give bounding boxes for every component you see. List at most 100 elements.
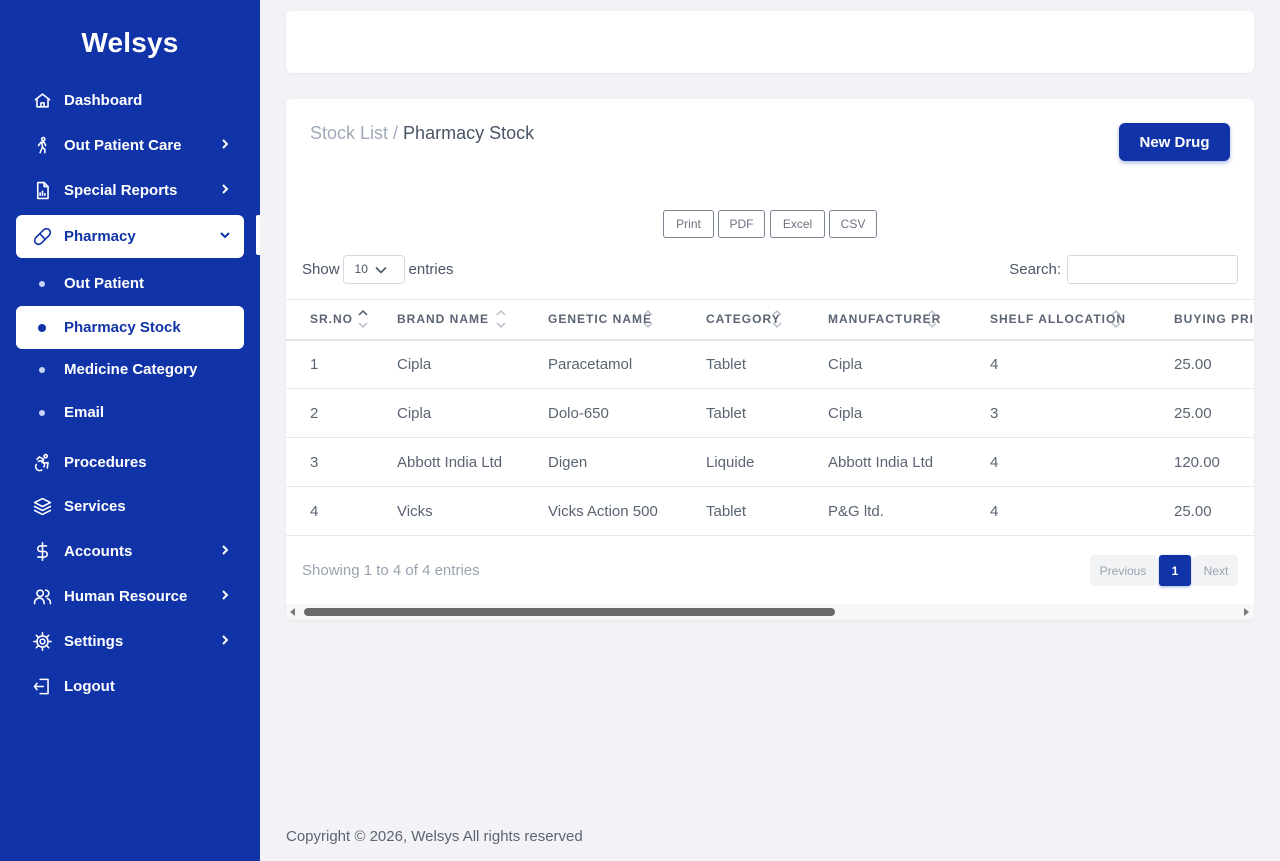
sidebar-subitem-medicine-category[interactable]: Medicine Category	[16, 348, 244, 391]
sidebar-subitem-label: Medicine Category	[64, 361, 198, 378]
sidebar-subitem-label: Out Patient	[64, 275, 145, 292]
breadcrumb: Stock List / Pharmacy Stock	[310, 123, 534, 144]
cell-buying-price: 25.00	[1150, 339, 1254, 389]
cell-sr-no: 1	[286, 339, 373, 389]
pdf-button[interactable]: PDF	[718, 210, 765, 238]
bullet-icon	[39, 409, 45, 416]
sidebar-item-special-reports[interactable]: Special Reports	[16, 169, 244, 212]
chevron-right-icon	[218, 182, 232, 196]
entries-label: entries	[408, 260, 454, 278]
cell-shelf-allocation: 4	[966, 486, 1150, 536]
cell-brand-name: Cipla	[373, 388, 524, 438]
sidebar-item-dashboard[interactable]: Dashboard	[16, 79, 244, 122]
column-header-sr-no[interactable]: SR.NO	[286, 299, 373, 341]
horizontal-scrollbar[interactable]	[286, 604, 1254, 620]
cell-category: Liquide	[682, 437, 804, 487]
sort-icon	[772, 308, 782, 330]
column-header-genetic-name[interactable]: GENETIC NAME	[524, 299, 682, 341]
chevron-right-icon	[218, 543, 232, 557]
scrollbar-thumb[interactable]	[304, 608, 835, 616]
sidebar-item-human-resource[interactable]: Human Resource	[16, 575, 244, 618]
users-icon	[32, 587, 52, 607]
cell-manufacturer: P&G ltd.	[804, 486, 966, 536]
layers-icon	[32, 497, 52, 517]
sidebar-subitem-email[interactable]: Email	[16, 391, 244, 434]
column-header-label: BRAND NAME	[397, 312, 489, 327]
column-header-label: MANUFACTURER	[828, 312, 942, 327]
cell-brand-name: Cipla	[373, 339, 524, 389]
sidebar-item-logout[interactable]: Logout	[16, 665, 244, 708]
top-header-bar	[286, 11, 1254, 73]
new-drug-button[interactable]: New Drug	[1119, 123, 1230, 161]
sidebar-item-settings[interactable]: Settings	[16, 620, 244, 663]
sidebar-item-pharmacy[interactable]: Pharmacy	[16, 215, 244, 258]
table-row[interactable]: 4 Vicks Vicks Action 500 Tablet P&G ltd.…	[286, 486, 1254, 536]
cell-manufacturer: Abbott India Ltd	[804, 437, 966, 487]
column-header-label: GENETIC NAME	[548, 312, 653, 327]
cell-genetic-name: Dolo-650	[524, 388, 682, 438]
column-header-category[interactable]: CATEGORY	[682, 299, 804, 341]
column-header-label: BUYING PRICE	[1174, 312, 1254, 327]
sidebar: Welsys Dashboard Out Patient Care Specia…	[0, 0, 260, 861]
cell-buying-price: 25.00	[1150, 486, 1254, 536]
sidebar-item-label: Settings	[64, 633, 124, 650]
sidebar-subitem-label: Pharmacy Stock	[64, 319, 181, 336]
report-icon	[32, 181, 52, 201]
pharmacy-stock-card: Stock List / Pharmacy Stock New Drug Pri…	[286, 99, 1254, 620]
entries-select-value: 10	[354, 262, 368, 276]
sidebar-item-label: Dashboard	[64, 92, 143, 109]
search-label: Search:	[1009, 260, 1061, 278]
sidebar-item-label: Special Reports	[64, 182, 178, 199]
sidebar-item-label: Human Resource	[64, 588, 188, 605]
breadcrumb-parent[interactable]: Stock List /	[310, 123, 398, 143]
sidebar-item-services[interactable]: Services	[16, 485, 244, 528]
stock-table: SR.NO BRAND NAME GENETIC NAME CATEGORY M…	[286, 299, 1254, 536]
sidebar-item-accounts[interactable]: Accounts	[16, 530, 244, 573]
cell-shelf-allocation: 4	[966, 437, 1150, 487]
sidebar-item-procedures[interactable]: Procedures	[16, 441, 244, 484]
bullet-icon	[38, 323, 46, 332]
cell-manufacturer: Cipla	[804, 339, 966, 389]
bullet-icon	[39, 280, 45, 287]
table-row[interactable]: 1 Cipla Paracetamol Tablet Cipla 4 25.00	[286, 339, 1254, 389]
entries-select[interactable]: 10	[342, 254, 405, 284]
active-indicator	[256, 215, 260, 255]
column-header-shelf-allocation[interactable]: SHELF ALLOCATION	[966, 299, 1150, 341]
sort-icon	[643, 308, 653, 330]
column-header-manufacturer[interactable]: MANUFACTURER	[804, 299, 966, 341]
excel-button[interactable]: Excel	[770, 210, 825, 238]
scroll-right-arrow-icon[interactable]	[1244, 608, 1249, 616]
accessibility-icon	[32, 453, 52, 473]
bullet-icon	[39, 366, 45, 373]
walking-person-icon	[32, 136, 52, 156]
pagination-previous[interactable]: Previous	[1090, 555, 1156, 586]
sort-icon	[496, 308, 506, 330]
column-header-buying-price[interactable]: BUYING PRICE	[1150, 299, 1254, 341]
table-row[interactable]: 3 Abbott India Ltd Digen Liquide Abbott …	[286, 437, 1254, 487]
sidebar-item-out-patient-care[interactable]: Out Patient Care	[16, 124, 244, 167]
sort-asc-icon	[358, 308, 368, 330]
chevron-down-icon	[218, 228, 232, 242]
search-input[interactable]	[1067, 254, 1238, 284]
sidebar-subitem-out-patient[interactable]: Out Patient	[16, 262, 244, 305]
cell-sr-no: 4	[286, 486, 373, 536]
show-label: Show	[302, 260, 340, 278]
sidebar-item-label: Services	[64, 498, 126, 515]
cell-category: Tablet	[682, 339, 804, 389]
table-row[interactable]: 2 Cipla Dolo-650 Tablet Cipla 3 25.00	[286, 388, 1254, 438]
sidebar-subitem-pharmacy-stock[interactable]: Pharmacy Stock	[16, 306, 244, 349]
brand-logo[interactable]: Welsys	[0, 27, 260, 59]
cell-buying-price: 25.00	[1150, 388, 1254, 438]
sidebar-item-label: Pharmacy	[64, 228, 136, 245]
length-menu: Show 10 entries	[302, 254, 454, 284]
cell-genetic-name: Digen	[524, 437, 682, 487]
print-button[interactable]: Print	[663, 210, 714, 238]
csv-button[interactable]: CSV	[829, 210, 877, 238]
column-header-label: CATEGORY	[706, 312, 781, 327]
pill-icon	[32, 227, 52, 247]
pagination-next[interactable]: Next	[1194, 555, 1238, 586]
pagination-page-1[interactable]: 1	[1159, 555, 1191, 586]
scroll-left-arrow-icon[interactable]	[290, 608, 295, 616]
sidebar-subitem-label: Email	[64, 404, 105, 421]
column-header-brand-name[interactable]: BRAND NAME	[373, 299, 524, 341]
